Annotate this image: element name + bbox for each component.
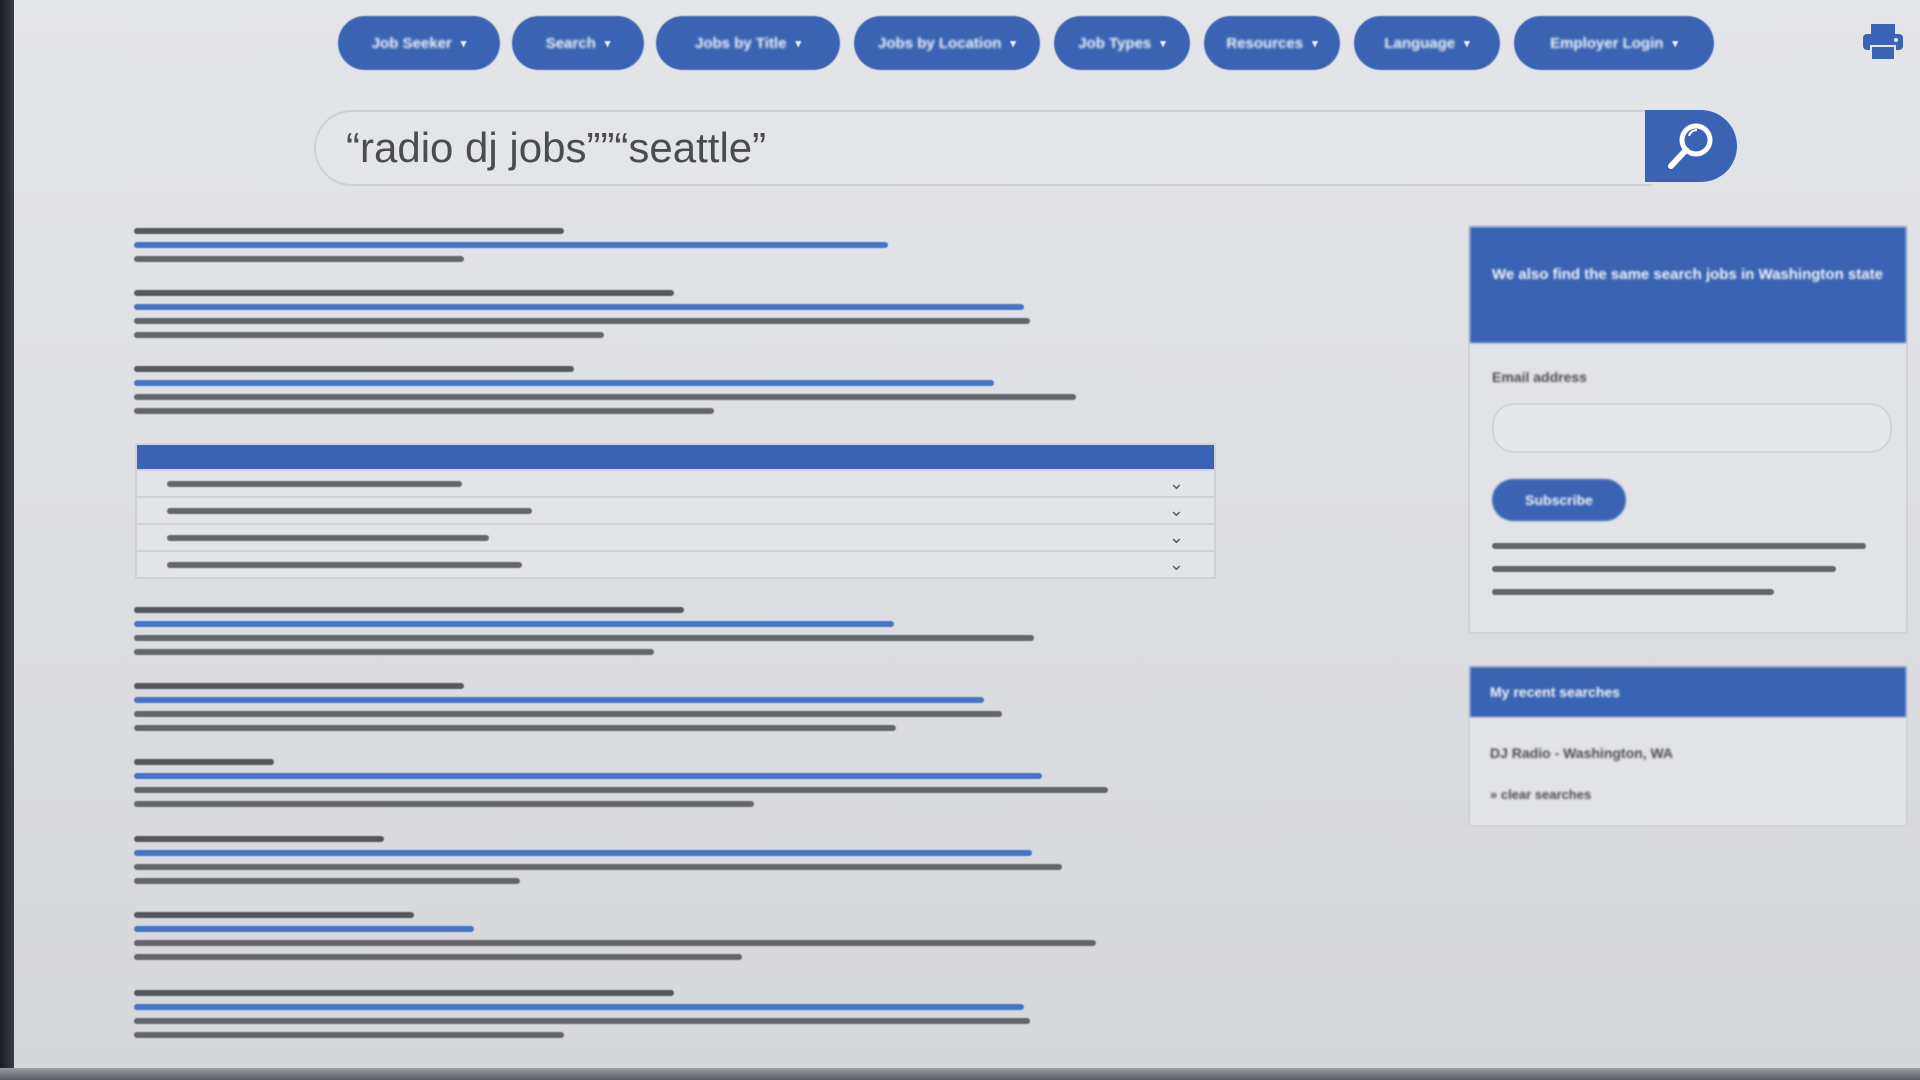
chevron-down-icon: ▾ — [1672, 37, 1678, 50]
nav-job-seeker[interactable]: Job Seeker ▾ — [338, 16, 500, 70]
recent-searches-heading: My recent searches — [1470, 667, 1906, 717]
nav-jobs-by-title[interactable]: Jobs by Title ▾ — [656, 16, 840, 70]
accordion-item[interactable]: ⌄ — [137, 550, 1214, 577]
email-field[interactable] — [1492, 403, 1892, 453]
nav-search[interactable]: Search ▾ — [512, 16, 644, 70]
nav-label: Job Seeker — [371, 34, 452, 52]
chevron-down-icon: ⌄ — [1168, 473, 1184, 493]
nav-language[interactable]: Language ▾ — [1354, 16, 1500, 70]
nav-label: Employer Login — [1550, 34, 1664, 52]
list-item[interactable] — [134, 759, 1114, 815]
chevron-down-icon: ▾ — [1312, 37, 1318, 50]
nav-label: Resources — [1226, 34, 1304, 52]
list-item[interactable] — [134, 366, 1114, 422]
accordion-item[interactable]: ⌄ — [137, 523, 1214, 550]
accordion-item[interactable]: ⌄ — [137, 496, 1214, 523]
search-icon — [1668, 123, 1713, 169]
job-alert-card: We also find the same search jobs in Was… — [1468, 225, 1908, 634]
nav-label: Search — [545, 34, 596, 52]
clear-searches-link[interactable]: » clear searches — [1490, 787, 1591, 802]
list-item[interactable] — [134, 607, 1114, 663]
list-item[interactable] — [134, 990, 1114, 1046]
nav-job-types[interactable]: Job Types ▾ — [1054, 16, 1190, 70]
browser-viewport: Job Seeker ▾ Search ▾ Jobs by Title ▾ Jobs … — [14, 0, 1920, 1068]
list-item[interactable] — [134, 836, 1114, 892]
chevron-down-icon: ▾ — [460, 37, 467, 50]
list-item[interactable] — [134, 912, 1114, 968]
subscribe-button[interactable]: Subscribe — [1492, 479, 1626, 521]
monitor-bezel-bottom — [0, 1068, 1920, 1080]
nav-employer-login[interactable]: Employer Login ▾ — [1514, 16, 1714, 70]
chevron-down-icon: ▾ — [795, 37, 801, 50]
list-item[interactable] — [134, 228, 1114, 270]
accordion-item[interactable]: ⌄ — [137, 469, 1214, 496]
search-input[interactable]: “radio dj jobs””“seattle” — [314, 110, 1652, 186]
chevron-down-icon: ▾ — [604, 37, 611, 50]
nav-label: Jobs by Title — [695, 34, 787, 52]
job-alert-heading: We also find the same search jobs in Was… — [1470, 227, 1906, 343]
monitor-bezel-left — [0, 0, 14, 1080]
chevron-down-icon: ▾ — [1160, 37, 1166, 50]
chevron-down-icon: ⌄ — [1168, 527, 1184, 547]
nav-jobs-by-location[interactable]: Jobs by Location ▾ — [854, 16, 1040, 70]
nav-resources[interactable]: Resources ▾ — [1204, 16, 1340, 70]
chevron-down-icon: ▾ — [1464, 37, 1470, 50]
recent-search-link[interactable]: DJ Radio - Washington, WA — [1490, 745, 1673, 761]
search-query-text: “radio dj jobs””“seattle” — [346, 124, 767, 171]
list-item[interactable] — [134, 290, 1114, 346]
nav-label: Language — [1384, 34, 1456, 52]
chevron-down-icon: ⌄ — [1168, 500, 1184, 520]
subscribe-terms-note — [1492, 543, 1882, 612]
nav-label: Jobs by Location — [878, 34, 1002, 52]
chevron-down-icon: ▾ — [1010, 37, 1016, 50]
search-button[interactable] — [1645, 110, 1737, 182]
chevron-down-icon: ⌄ — [1168, 554, 1184, 574]
accordion-header — [137, 445, 1214, 469]
list-item[interactable] — [134, 683, 1114, 739]
nav-label: Job Types — [1078, 34, 1152, 52]
recent-searches-card: My recent searches DJ Radio - Washington… — [1468, 665, 1908, 827]
faq-accordion: ⌄ ⌄ ⌄ ⌄ — [135, 443, 1216, 579]
printer-icon[interactable] — [1861, 22, 1905, 62]
email-label: Email address — [1492, 369, 1587, 385]
